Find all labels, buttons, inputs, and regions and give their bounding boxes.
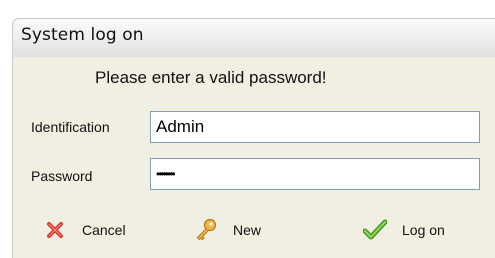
logon-button-label: Log on — [402, 222, 445, 238]
key-icon — [193, 217, 219, 243]
title-bar[interactable]: System log on — [12, 18, 495, 57]
identification-label: Identification — [31, 119, 110, 135]
new-button-label: New — [233, 222, 262, 238]
identification-input[interactable] — [150, 111, 480, 143]
password-label: Password — [31, 168, 93, 184]
window-title: System log on — [21, 25, 144, 45]
red-x-icon — [42, 217, 68, 243]
logon-dialog: System log on Please enter a valid passw… — [0, 0, 495, 258]
cancel-button[interactable]: Cancel — [42, 215, 126, 245]
green-checkmark-icon — [362, 217, 388, 243]
logon-button[interactable]: Log on — [362, 215, 445, 245]
error-message: Please enter a valid password! — [95, 68, 327, 87]
cancel-button-label: Cancel — [82, 222, 126, 238]
password-input[interactable] — [150, 158, 480, 190]
new-button[interactable]: New — [193, 215, 261, 245]
